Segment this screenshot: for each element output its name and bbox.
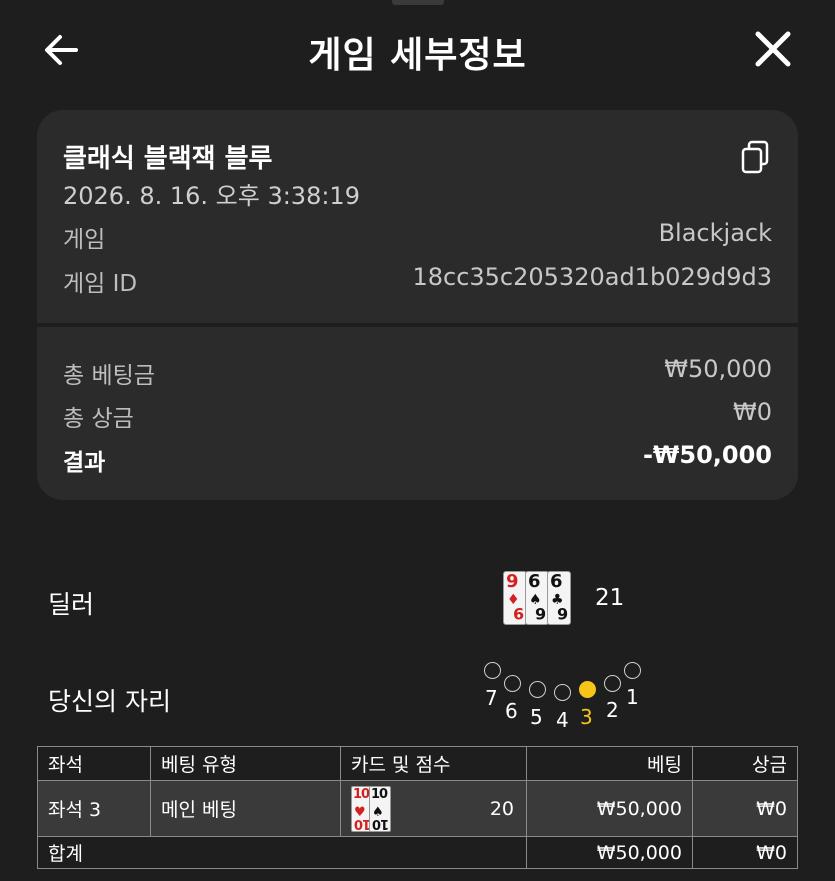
col-prize: 상금: [692, 746, 798, 781]
card-rank: 10: [371, 786, 388, 802]
card-rank-bottom: 6: [534, 604, 546, 623]
col-cards-score: 카드 및 점수: [340, 746, 527, 781]
copy-button[interactable]: [740, 140, 770, 174]
total-row: 합계 ₩50,000 ₩0: [37, 836, 798, 869]
game-datetime: 2026. 8. 16. 오후 3:38:19: [63, 182, 360, 210]
seat-number: 2: [606, 698, 619, 722]
game-summary-card: 클래식 블랙잭 블루 2026. 8. 16. 오후 3:38:19 게임 Bl…: [37, 110, 798, 500]
row-cards: 10 ♥ 10 10 ♠ 10 20: [340, 780, 527, 837]
card-rank: 9: [506, 571, 519, 592]
seat-7: [484, 662, 501, 679]
row-card-images: 10 ♥ 10 10 ♠ 10: [351, 785, 391, 832]
dealer-card: 6 ♣ 6: [547, 571, 571, 625]
game-type-value: Blackjack: [658, 219, 772, 247]
seat-number: 4: [556, 708, 569, 732]
close-icon: [755, 31, 791, 67]
total-bet-label: 총 베팅금: [63, 363, 155, 389]
page-title: 게임 세부정보: [308, 35, 527, 76]
row-seat: 좌석 3: [37, 780, 151, 837]
table-row: 좌석 3 메인 베팅 10 ♥ 10 10 ♠ 10 20 ₩50,000 ₩0: [37, 780, 798, 837]
card-divider: [37, 323, 798, 327]
seat-number: 1: [626, 685, 639, 709]
copy-icon: [741, 140, 769, 174]
total-prize: ₩0: [692, 836, 798, 869]
card-rank-bottom: 9: [512, 604, 524, 623]
row-bet: ₩50,000: [526, 780, 693, 837]
total-label: 합계: [37, 836, 527, 869]
card-rank: 6: [550, 571, 563, 592]
game-type-label: 게임: [63, 227, 106, 253]
total-prize-label: 총 상금: [63, 406, 134, 432]
seat-number: 6: [505, 699, 518, 723]
seat-1: [624, 662, 641, 679]
seat-2: [604, 675, 621, 692]
card-rank-bottom: 6: [556, 604, 568, 623]
seat-3: [579, 681, 596, 698]
result-label: 결과: [63, 450, 106, 476]
dealer-card: 6 ♠ 6: [525, 571, 549, 625]
card-rank: 6: [528, 571, 541, 592]
seat-4: [554, 684, 571, 701]
dealer-cards: 9 ♦ 9 6 ♠ 6 6 ♣ 6: [503, 571, 571, 625]
total-bet: ₩50,000: [526, 836, 693, 869]
your-seat-label: 당신의 자리: [48, 687, 171, 716]
close-button[interactable]: [750, 26, 796, 72]
game-id-label: 게임 ID: [63, 271, 138, 297]
total-bet-value: ₩50,000: [664, 355, 772, 383]
card-rank: 10: [353, 786, 370, 802]
dealer-label: 딜러: [48, 590, 95, 619]
dealer-total: 21: [595, 585, 625, 611]
seat-6: [504, 675, 521, 692]
seat-number: 7: [485, 686, 498, 710]
row-bet-type: 메인 베팅: [150, 780, 341, 837]
game-id-value[interactable]: 18cc35c205320ad1b029d9d3: [412, 263, 772, 291]
seat-number: 5: [530, 705, 543, 729]
total-prize-value: ₩0: [733, 398, 772, 426]
player-card: 10 ♠ 10: [369, 785, 391, 832]
bets-table: 좌석 베팅 유형 카드 및 점수 베팅 상금 좌석 3 메인 베팅 10 ♥ 10 1…: [37, 746, 798, 869]
game-name: 클래식 블랙잭 블루: [63, 144, 273, 174]
seat-5: [529, 681, 546, 698]
col-bet-type: 베팅 유형: [150, 746, 341, 781]
col-bet: 베팅: [526, 746, 693, 781]
header: 게임 세부정보: [0, 0, 835, 100]
dealer-card: 9 ♦ 9: [503, 571, 527, 625]
col-seat: 좌석: [37, 746, 151, 781]
row-score: 20: [489, 797, 514, 820]
card-rank-bottom: 10: [372, 815, 389, 831]
row-prize: ₩0: [692, 780, 798, 837]
seat-number: 3: [580, 705, 593, 729]
result-value: -₩50,000: [642, 441, 772, 469]
table-header-row: 좌석 베팅 유형 카드 및 점수 베팅 상금: [37, 746, 798, 781]
